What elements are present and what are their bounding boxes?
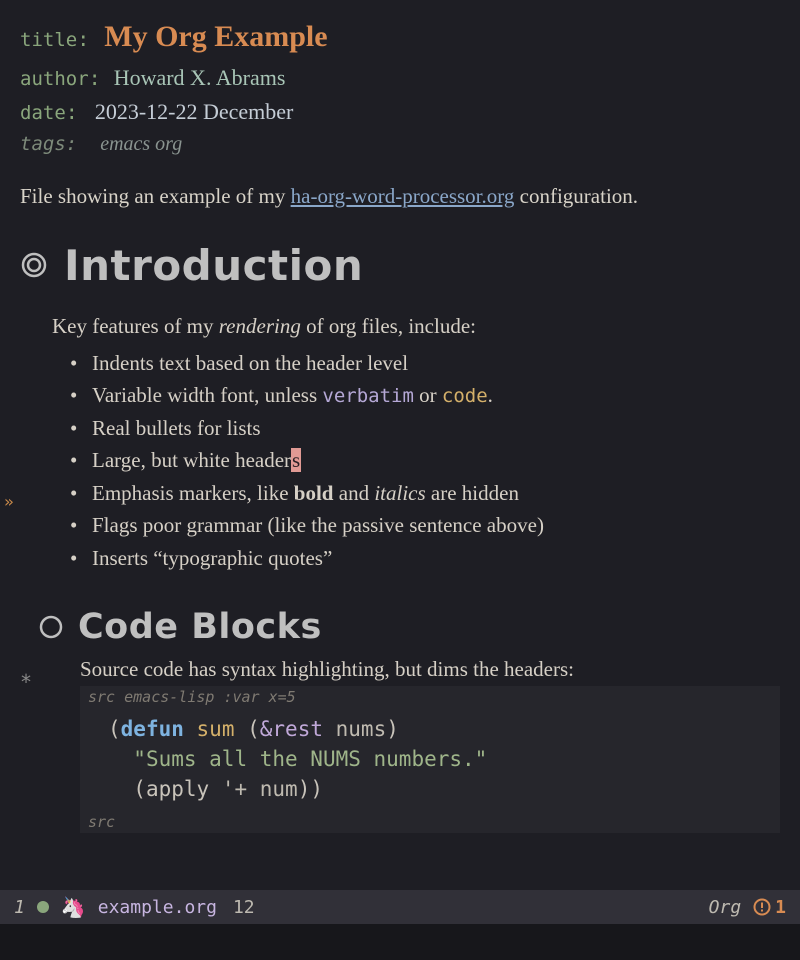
code-section: Source code has syntax highlighting, but… bbox=[80, 657, 780, 833]
src-intro-paragraph: Source code has syntax highlighting, but… bbox=[80, 657, 780, 682]
config-file-link[interactable]: ha-org-word-processor.org bbox=[291, 184, 515, 208]
src-block-header: src emacs-lisp :var x=5 bbox=[80, 686, 780, 708]
heading2-text: Code Blocks bbox=[78, 607, 322, 647]
list-item: Flags poor grammar (like the passive sen… bbox=[70, 509, 780, 542]
heading1-text: Introduction bbox=[64, 241, 363, 290]
heading-star-icon: * bbox=[20, 670, 32, 694]
flycheck-warning-indicator[interactable]: 1 bbox=[753, 897, 786, 918]
document-date: 2023-12-22 December bbox=[95, 99, 294, 124]
text-cursor: s bbox=[291, 448, 301, 472]
verbatim-text: verbatim bbox=[322, 385, 414, 407]
minibuffer[interactable] bbox=[0, 924, 800, 960]
warning-count: 1 bbox=[775, 897, 786, 918]
meta-key-title: title bbox=[20, 29, 77, 51]
list-item: Inserts “typographic quotes” bbox=[70, 542, 780, 575]
fringe-indicator-icon: » bbox=[4, 492, 14, 511]
meta-author-line: author: Howard X. Abrams bbox=[20, 61, 780, 95]
mode-line[interactable]: 1 🦄 example.org 12 Org 1 bbox=[0, 890, 800, 924]
meta-date-line: date: 2023-12-22 December bbox=[20, 95, 780, 129]
source-code-block[interactable]: (defun sum (&rest nums) "Sums all the NU… bbox=[80, 708, 780, 811]
unicorn-icon: 🦄 bbox=[61, 895, 86, 919]
heading-bullet-icon bbox=[20, 251, 48, 279]
heading-bullet-icon bbox=[38, 614, 64, 640]
buffer-filename[interactable]: example.org bbox=[98, 897, 217, 918]
modeline-window-number: 1 bbox=[14, 897, 25, 918]
inline-code-text: code bbox=[442, 385, 488, 407]
list-item: Indents text based on the header level bbox=[70, 347, 780, 380]
list-item: Emphasis markers, like bold and italics … bbox=[70, 477, 780, 510]
meta-title-line: title: My Org Example bbox=[20, 14, 780, 61]
src-block-footer: src bbox=[80, 811, 780, 833]
heading-introduction[interactable]: Introduction bbox=[20, 241, 780, 290]
document-author: Howard X. Abrams bbox=[114, 65, 286, 90]
feature-list: Indents text based on the header level V… bbox=[70, 347, 780, 575]
meta-key-date: date bbox=[20, 102, 66, 124]
cursor-position: 12 bbox=[233, 897, 255, 918]
document-tags: emacs org bbox=[100, 133, 182, 155]
org-metadata-block: title: My Org Example author: Howard X. … bbox=[20, 14, 780, 160]
meta-key-tags: tags: bbox=[20, 133, 77, 155]
introduction-body: Key features of my rendering of org file… bbox=[52, 314, 780, 575]
modified-indicator-icon bbox=[37, 901, 49, 913]
list-item: Variable width font, unless verbatim or … bbox=[70, 379, 780, 412]
features-lead: Key features of my rendering of org file… bbox=[52, 314, 780, 339]
document-title: My Org Example bbox=[104, 20, 327, 53]
meta-tags-line: tags: emacs org bbox=[20, 129, 780, 160]
editor-buffer[interactable]: » * title: My Org Example author: Howard… bbox=[0, 0, 800, 960]
meta-key-author: author bbox=[20, 68, 89, 90]
major-mode-label[interactable]: Org bbox=[709, 897, 742, 918]
list-item: Real bullets for lists bbox=[70, 412, 780, 445]
warning-icon bbox=[753, 898, 771, 916]
intro-paragraph: File showing an example of my ha-org-wor… bbox=[20, 184, 780, 209]
heading-code-blocks[interactable]: Code Blocks bbox=[38, 607, 780, 647]
list-item: Large, but white headers bbox=[70, 444, 780, 477]
